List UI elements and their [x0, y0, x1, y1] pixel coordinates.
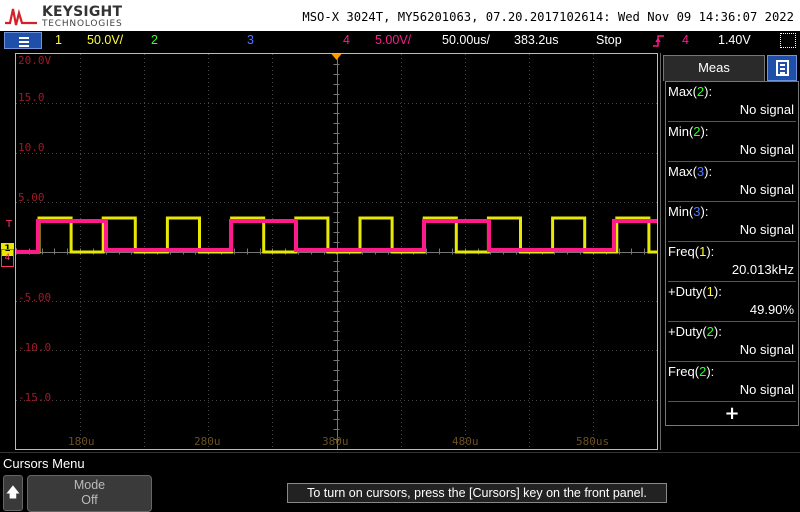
keysight-wave-icon [5, 8, 37, 26]
y-label-10: 10.0 [18, 141, 45, 154]
x-label-3: 380u [322, 435, 349, 448]
channel-status-bar: 1 50.0V/ 2 3 4 5.00V/ 50.00us/ 383.2us S… [0, 31, 800, 51]
measurement-item[interactable]: +Duty(2): No signal [666, 322, 798, 362]
y-label-minus15: -15.0 [18, 391, 52, 404]
measurement-name: Max(3): [668, 164, 713, 179]
add-measurement-button[interactable]: + [666, 402, 798, 426]
waveform-traces [16, 216, 657, 254]
measurement-name: +Duty(2): [668, 324, 722, 339]
ch1-waveform [16, 216, 657, 254]
measurement-value: No signal [739, 382, 794, 397]
measurement-value: No signal [739, 182, 794, 197]
measurement-name: Min(2): [668, 124, 709, 139]
run-state: Stop [596, 33, 622, 47]
measurement-name: Min(3): [668, 204, 709, 219]
keysight-logo: KEYSIGHT TECHNOLOGIES [4, 3, 144, 29]
measurement-name: Freq(1): [668, 244, 715, 259]
header-bar: KEYSIGHT TECHNOLOGIES MSO-X 3024T, MY562… [0, 0, 800, 31]
up-arrow-icon[interactable]: 🡅 [3, 475, 23, 511]
measurement-name: Freq(2): [668, 364, 715, 379]
mode-softkey[interactable]: Mode Off [27, 475, 152, 512]
ch1-number[interactable]: 1 [55, 33, 62, 47]
measurement-list: Max(2): No signal Min(2): No signal Max(3): N… [665, 81, 799, 426]
softkey-label: Mode [73, 478, 106, 492]
menu-title: Cursors Menu [3, 456, 85, 471]
brand-sub: TECHNOLOGIES [42, 19, 123, 29]
softkey-value: Off [81, 493, 98, 507]
ch4-scale[interactable]: 5.00V/ [375, 33, 411, 47]
meas-menu-button[interactable] [767, 55, 797, 81]
trigger-level[interactable]: 1.40V [718, 33, 751, 47]
x-label-1: 180u [68, 435, 95, 448]
x-label-5: 580us [576, 435, 610, 448]
measurement-item[interactable]: Max(2): No signal [666, 82, 798, 122]
trigger-channel[interactable]: 4 [682, 33, 689, 47]
instrument-info: MSO-X 3024T, MY56201063, 07.20.201710261… [302, 10, 794, 24]
main-menu-button[interactable] [4, 32, 42, 49]
trigger-level-marker[interactable]: T [6, 219, 12, 230]
ch3-number[interactable]: 3 [247, 33, 254, 47]
measurement-item[interactable]: Freq(2): No signal [666, 362, 798, 402]
measurement-item[interactable]: Max(3): No signal [666, 162, 798, 202]
ch4-ground-marker[interactable]: 4 [1, 249, 14, 267]
y-label-minus10: -10.0 [18, 341, 52, 354]
brand-name: KEYSIGHT [42, 4, 123, 20]
measurement-value: No signal [739, 102, 794, 117]
y-label-15: 15.0 [18, 91, 45, 104]
ch2-number[interactable]: 2 [151, 33, 158, 47]
measurement-item[interactable]: +Duty(1): 49.90% [666, 282, 798, 322]
ch4-waveform [16, 219, 657, 254]
cursor-hint: To turn on cursors, press the [Cursors] … [287, 483, 667, 503]
x-label-2: 280u [194, 435, 221, 448]
timebase[interactable]: 50.00us/ [442, 33, 490, 47]
measurement-value: No signal [739, 222, 794, 237]
measurement-value: 49.90% [749, 302, 794, 317]
waveform-display[interactable]: 20.0V 15.0 10.0 5.00 -5.00 -10.0 -15.0 1… [15, 53, 658, 450]
measurement-panel: Meas Max(2): No signal Min(2): No signal Max… [660, 53, 800, 450]
softkey-bar: Cursors Menu 🡅 Mode Off To turn on curso… [0, 452, 800, 512]
y-label-5: 5.00 [18, 191, 45, 204]
ch1-scale[interactable]: 50.0V/ [87, 33, 123, 47]
measurement-item[interactable]: Min(3): No signal [666, 202, 798, 242]
fullscreen-icon[interactable] [780, 33, 796, 48]
meas-tab[interactable]: Meas [663, 55, 765, 81]
rising-edge-trigger-icon [653, 35, 664, 47]
y-label-20: 20.0V [18, 54, 52, 67]
measurement-value: No signal [739, 142, 794, 157]
measurement-item[interactable]: Freq(1): 20.013kHz [666, 242, 798, 282]
document-icon [776, 60, 789, 76]
measurement-name: +Duty(1): [668, 284, 722, 299]
y-label-minus5: -5.00 [18, 291, 52, 304]
delay[interactable]: 383.2us [514, 33, 558, 47]
measurement-item[interactable]: Min(2): No signal [666, 122, 798, 162]
measurement-value: 20.013kHz [731, 262, 794, 277]
measurement-value: No signal [739, 342, 794, 357]
ch4-number[interactable]: 4 [343, 33, 350, 47]
x-label-4: 480u [452, 435, 479, 448]
measurement-name: Max(2): [668, 84, 713, 99]
